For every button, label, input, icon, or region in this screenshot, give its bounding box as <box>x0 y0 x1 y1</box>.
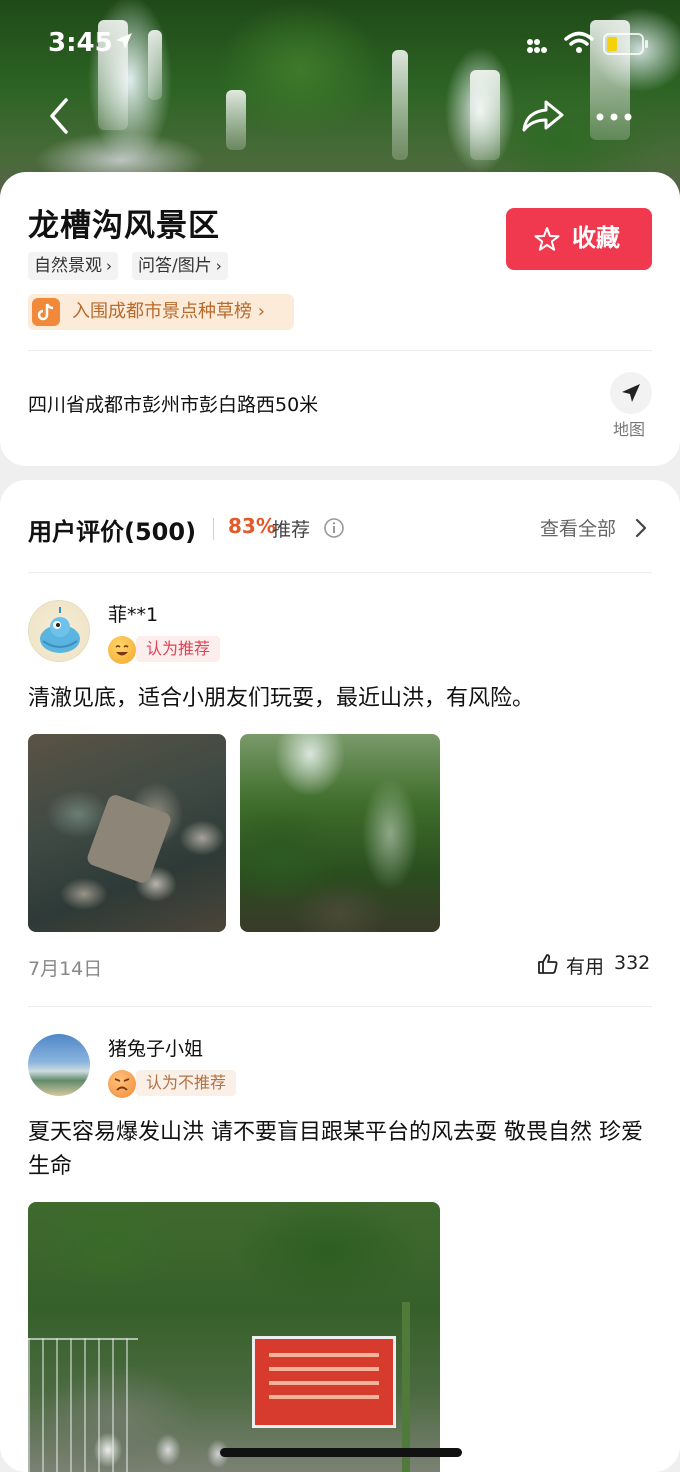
reviews-title: 用户评价(500) <box>28 518 197 546</box>
review-username[interactable]: 猪兔子小姐 <box>108 1034 203 1061</box>
location-arrow-icon <box>116 33 132 49</box>
useful-count: 332 <box>614 952 651 974</box>
wifi-icon <box>564 31 594 53</box>
favorite-button[interactable]: 收藏 <box>506 208 652 270</box>
chevron-right-icon[interactable] <box>634 518 648 538</box>
status-bar: 3:45 <box>0 0 680 88</box>
people <box>78 1424 228 1472</box>
waterfall-streak <box>226 90 246 150</box>
divider <box>28 1006 652 1007</box>
review-photo[interactable] <box>28 734 226 932</box>
review-text: 清澈见底，适合小朋友们玩耍，最近山洪，有风险。 <box>28 686 535 711</box>
rank-badge[interactable]: 入围成都市景点种草榜 › <box>28 294 294 330</box>
map-label: 地图 <box>613 420 646 439</box>
info-icon[interactable] <box>323 517 345 539</box>
douyin-logo-icon <box>32 298 60 326</box>
review-username[interactable]: 菲**1 <box>108 600 158 627</box>
avatar[interactable] <box>28 600 90 662</box>
address-text[interactable]: 四川省成都市彭州市彭白路西50米 <box>28 392 318 418</box>
cellular-signal-icon <box>527 39 547 53</box>
more-dots-icon[interactable] <box>594 102 634 132</box>
star-icon <box>534 227 560 251</box>
warning-sign <box>252 1336 396 1428</box>
review-photo[interactable] <box>240 734 440 932</box>
review-text: 夏天容易爆发山洪 请不要盲目跟某平台的风去耍 敬畏自然 珍爱生命 <box>28 1120 643 1179</box>
rank-badge-text: 入围成都市景点种草榜 › <box>72 301 265 322</box>
verdict-badge: 认为推荐 <box>136 636 221 662</box>
chevron-right-icon: › <box>215 257 222 275</box>
rock <box>85 792 173 886</box>
divider <box>213 518 214 540</box>
tag-qa-photos[interactable]: 问答/图片 › <box>132 252 228 280</box>
tag-category[interactable]: 自然景观 › <box>28 252 118 280</box>
favorite-label: 收藏 <box>572 224 620 252</box>
divider <box>28 572 652 573</box>
tag-label: 问答/图片 <box>138 256 212 276</box>
view-all-link[interactable]: 查看全部 <box>540 514 616 541</box>
thumbs-up-icon <box>538 954 558 974</box>
poi-info-card: 龙槽沟风景区 自然景观 › 问答/图片 › 入围成都市景点种草榜 › 收藏 四川省成… <box>0 172 680 466</box>
navigation-arrow-icon <box>610 372 652 414</box>
reviews-section: 用户评价(500) 83% 推荐 查看全部 菲**1 认为推荐 清澈见底，适合小… <box>0 480 680 1472</box>
battery-icon <box>603 33 648 55</box>
pole <box>402 1302 410 1472</box>
review-date: 7月14日 <box>28 958 103 980</box>
recommend-label: 推荐 <box>272 519 311 541</box>
angry-emoji-icon <box>108 1070 136 1098</box>
smile-emoji-icon <box>108 636 136 664</box>
home-indicator <box>220 1448 462 1457</box>
chevron-right-icon: › <box>106 257 112 275</box>
useful-label: 有用 <box>566 956 605 978</box>
status-time: 3:45 <box>48 28 113 58</box>
poi-title: 龙槽沟风景区 <box>28 208 220 244</box>
review-photo[interactable] <box>28 1202 440 1472</box>
back-chevron-icon[interactable] <box>40 96 80 136</box>
verdict-badge: 认为不推荐 <box>136 1070 237 1096</box>
avatar[interactable] <box>28 1034 90 1096</box>
recommend-percent: 83% <box>228 514 276 538</box>
map-button[interactable]: 地图 <box>608 372 654 439</box>
divider <box>28 350 652 351</box>
tag-label: 自然景观 <box>34 256 102 276</box>
share-icon[interactable] <box>520 96 566 136</box>
